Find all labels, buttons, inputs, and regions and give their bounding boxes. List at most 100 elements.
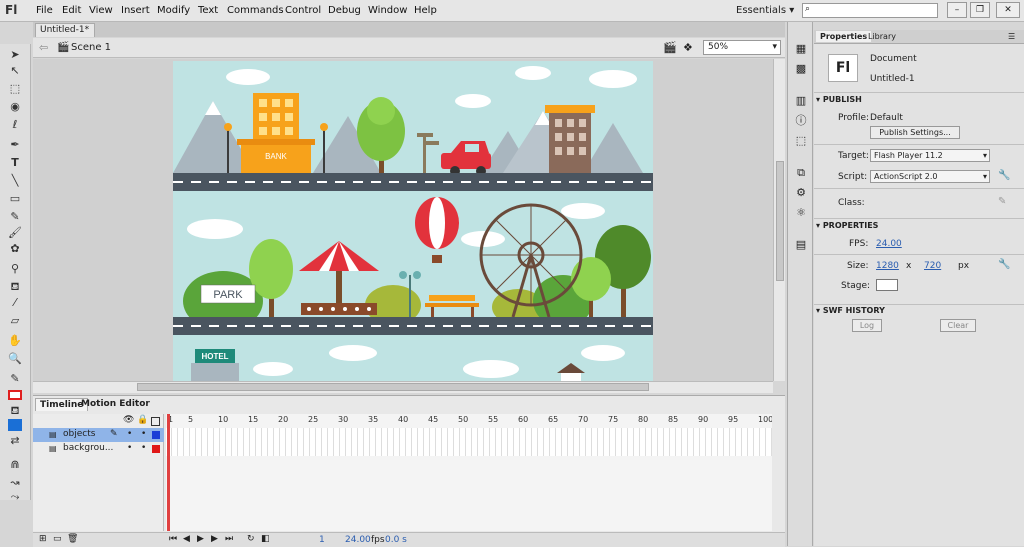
menu-insert[interactable]: Insert — [121, 5, 150, 16]
align-panel-icon[interactable]: ▥ — [793, 94, 809, 108]
edit-class-icon[interactable]: ✎ — [998, 196, 1006, 207]
project-panel-icon[interactable]: ▤ — [793, 238, 809, 252]
script-select[interactable]: ActionScript 2.0 ▾ — [870, 170, 990, 183]
stage-vertical-scrollbar[interactable] — [773, 59, 785, 381]
stage-color-swatch[interactable] — [876, 279, 898, 291]
clear-button[interactable]: Clear — [940, 319, 976, 332]
frame-grid[interactable]: 1 5 10 15 20 25 30 35 40 45 50 55 60 65 70 75 80 85 90 95 10… — [166, 414, 772, 531]
stage-height[interactable]: 720 — [924, 261, 941, 271]
menu-modify[interactable]: Modify — [157, 5, 190, 16]
zoom-select[interactable]: 50% ▾ — [703, 40, 781, 55]
new-layer-icon[interactable]: ⊞ — [39, 534, 47, 544]
publish-settings-button[interactable]: Publish Settings... — [870, 126, 960, 139]
smooth-icon[interactable]: ↝ — [6, 476, 24, 490]
zoom-tool-icon[interactable]: 🔍 — [6, 352, 24, 366]
tab-motion-editor[interactable]: Motion Editor — [77, 398, 154, 410]
stroke-color-swatch[interactable] — [6, 388, 24, 402]
fill-color-swatch[interactable] — [6, 418, 24, 432]
publish-section-header[interactable]: ▾ PUBLISH — [816, 95, 1022, 104]
lasso-tool-icon[interactable]: ℓ — [6, 118, 24, 132]
close-button[interactable]: ✕ — [996, 2, 1020, 18]
vertical-scroll-thumb[interactable] — [776, 161, 784, 281]
tab-library[interactable]: Library — [864, 31, 900, 42]
frame-cells[interactable] — [166, 428, 772, 456]
free-transform-tool-icon[interactable]: ⬚ — [6, 82, 24, 96]
new-folder-icon[interactable]: ▭ — [53, 534, 62, 544]
playhead[interactable] — [167, 414, 170, 531]
restore-button[interactable]: ❐ — [970, 2, 990, 18]
frame-rate[interactable]: 24.00 — [345, 535, 371, 545]
workspace-switcher[interactable]: Essentials ▾ — [736, 5, 794, 16]
layer-color-swatch[interactable] — [152, 431, 160, 439]
tab-untitled-1[interactable]: Untitled-1* × — [35, 23, 95, 48]
tab-properties[interactable]: Properties — [816, 31, 872, 42]
subselection-tool-icon[interactable]: ↖ — [6, 64, 24, 78]
brush-tool-icon[interactable]: 🖌 — [6, 226, 24, 240]
scene-name[interactable]: Scene 1 — [71, 42, 111, 53]
menu-window[interactable]: Window — [368, 5, 407, 16]
3d-rotation-tool-icon[interactable]: ◉ — [6, 100, 24, 114]
layer-row-objects[interactable]: ▤ objects ✎ • • — [33, 428, 164, 442]
back-arrow-icon[interactable]: ⇦ — [39, 41, 48, 54]
log-button[interactable]: Log — [852, 319, 882, 332]
delete-layer-icon[interactable]: 🗑 — [67, 534, 78, 544]
rectangle-tool-icon[interactable]: ▭ — [6, 192, 24, 206]
layer-color-swatch[interactable] — [152, 445, 160, 453]
snap-to-objects-icon[interactable]: ⋒ — [6, 458, 24, 472]
fill-color-icon[interactable]: ⛾ — [6, 404, 24, 418]
play-icon[interactable]: ▶ — [197, 534, 204, 544]
menu-debug[interactable]: Debug — [328, 5, 361, 16]
wrench-icon[interactable]: 🔧 — [998, 259, 1010, 270]
swatches-panel-icon[interactable]: ▩ — [793, 62, 809, 76]
edit-scene-icon[interactable]: 🎬 — [663, 41, 677, 54]
stage-width[interactable]: 1280 — [876, 261, 899, 271]
color-panel-icon[interactable]: ▦ — [793, 42, 809, 56]
fps-value[interactable]: 24.00 — [876, 239, 902, 249]
layer-row-background[interactable]: ▤ backgrou... • • — [33, 442, 164, 456]
panel-menu-icon[interactable]: ☰ — [1004, 31, 1019, 42]
menu-text[interactable]: Text — [198, 5, 218, 16]
swf-history-section-header[interactable]: ▾ SWF HISTORY — [816, 306, 1022, 315]
loop-icon[interactable]: ↻ — [247, 534, 255, 544]
paint-bucket-tool-icon[interactable]: ⛾ — [6, 280, 24, 294]
menu-file[interactable]: File — [36, 5, 53, 16]
show-hide-icon[interactable]: 👁 — [123, 415, 134, 425]
menu-edit[interactable]: Edit — [62, 5, 81, 16]
bone-tool-icon[interactable]: ⚲ — [6, 262, 24, 276]
wrench-icon[interactable]: 🔧 — [998, 170, 1010, 181]
go-to-first-frame-icon[interactable]: ⏮ — [169, 534, 177, 544]
text-tool-icon[interactable]: T — [6, 156, 24, 170]
pencil-tool-icon[interactable]: ✎ — [6, 210, 24, 224]
stage-horizontal-scrollbar[interactable] — [33, 381, 773, 393]
eyedropper-tool-icon[interactable]: ⁄ — [6, 296, 24, 310]
onion-skin-icon[interactable]: ◧ — [261, 534, 270, 544]
menu-control[interactable]: Control — [285, 5, 321, 16]
stroke-color-icon[interactable]: ✎ — [6, 372, 24, 386]
edit-symbols-icon[interactable]: ❖ — [683, 41, 693, 54]
menu-help[interactable]: Help — [414, 5, 437, 16]
eraser-tool-icon[interactable]: ▱ — [6, 314, 24, 328]
pen-tool-icon[interactable]: ✒ — [6, 138, 24, 152]
minimize-button[interactable]: – — [947, 2, 967, 18]
step-back-icon[interactable]: ◀ — [183, 534, 190, 544]
outline-icon[interactable] — [151, 417, 160, 426]
components-icon[interactable]: ⚙ — [793, 186, 809, 200]
help-search-input[interactable]: ⌕ — [802, 3, 938, 18]
swap-colors-icon[interactable]: ⇄ — [6, 434, 24, 448]
deco-tool-icon[interactable]: ✿ — [6, 242, 24, 256]
info-panel-icon[interactable]: ⓘ — [793, 114, 809, 128]
step-forward-icon[interactable]: ▶ — [211, 534, 218, 544]
transform-panel-icon[interactable]: ⬚ — [793, 134, 809, 148]
menu-commands[interactable]: Commands — [227, 5, 284, 16]
target-select[interactable]: Flash Player 11.2 ▾ — [870, 149, 990, 162]
line-tool-icon[interactable]: ╲ — [6, 174, 24, 188]
selection-tool-icon[interactable]: ➤ — [6, 48, 24, 62]
properties-section-header[interactable]: ▾ PROPERTIES — [816, 221, 1022, 230]
straighten-icon[interactable]: ⤳ — [6, 490, 24, 504]
hand-tool-icon[interactable]: ✋ — [6, 334, 24, 348]
menu-view[interactable]: View — [89, 5, 113, 16]
lock-icon[interactable]: 🔒 — [137, 415, 148, 425]
stage-canvas[interactable]: BANK PARK HOTEL — [33, 59, 773, 381]
current-frame[interactable]: 1 — [319, 535, 325, 545]
code-snippets-icon[interactable]: ⧉ — [793, 166, 809, 180]
